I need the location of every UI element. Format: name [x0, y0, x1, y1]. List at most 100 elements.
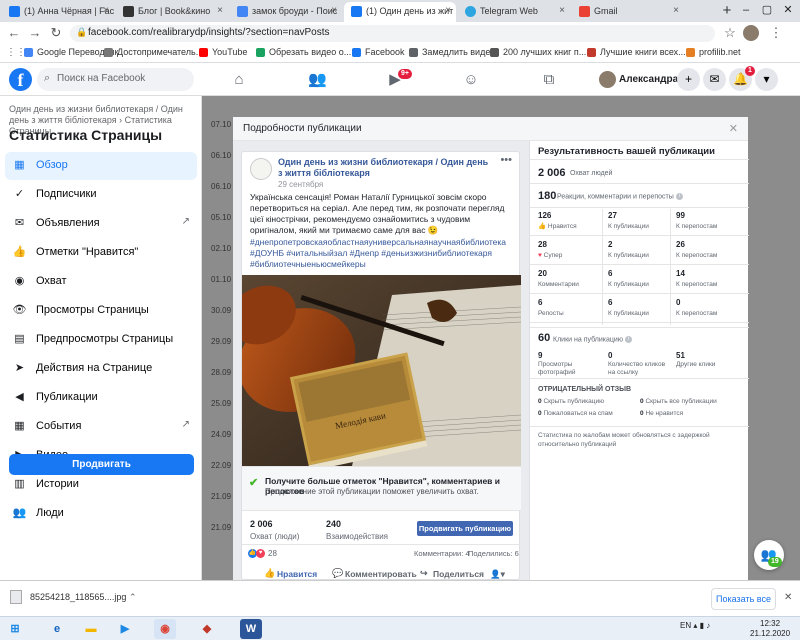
- bookmark-star-icon[interactable]: ☆: [722, 25, 738, 41]
- post-date[interactable]: 29 сентября: [278, 180, 323, 189]
- file-explorer-icon[interactable]: ▬: [80, 619, 102, 639]
- apps-icon[interactable]: ⋮⋮: [6, 45, 26, 61]
- share-button[interactable]: ↪ Поделиться: [420, 568, 484, 579]
- friends-icon[interactable]: 👥: [308, 71, 327, 89]
- sidebar-item[interactable]: ▤ Предпросмотры Страницы: [5, 326, 197, 354]
- gaming-icon[interactable]: ⧉: [540, 71, 558, 89]
- browser-tab[interactable]: (1) Анна Чёрная | Fac ×: [2, 2, 114, 22]
- browser-tab[interactable]: Блог | Book&кино ×: [116, 2, 228, 22]
- close-window-button[interactable]: ✕: [778, 0, 798, 22]
- reload-button[interactable]: ↻: [48, 25, 64, 41]
- sidebar-item[interactable]: 👁 Просмотры Страницы: [5, 297, 197, 325]
- user-profile-chip[interactable]: Александра: [595, 68, 678, 91]
- close-tab-icon[interactable]: ×: [673, 5, 679, 16]
- more-options-icon[interactable]: •••: [500, 154, 512, 166]
- media-player-icon[interactable]: ▶: [114, 619, 136, 639]
- bookmark-item[interactable]: Facebook: [352, 47, 405, 57]
- forward-button[interactable]: →: [27, 25, 43, 41]
- show-all-downloads-button[interactable]: Показать все: [711, 588, 776, 610]
- sidebar-item[interactable]: ✓ Подписчики: [5, 181, 197, 209]
- bookmark-item[interactable]: YouTube: [199, 47, 247, 57]
- bookmark-item[interactable]: Замедлить видео: [409, 47, 495, 57]
- sidebar-item[interactable]: ▥ Истории: [5, 471, 197, 499]
- background-date: 06.10: [211, 182, 232, 191]
- reaction-count[interactable]: 28: [268, 549, 277, 558]
- browser-tab[interactable]: замок броуди - Поис ×: [230, 2, 342, 22]
- bookmark-item[interactable]: profilib.net: [686, 47, 741, 57]
- chevron-up-icon[interactable]: ⌃: [129, 592, 137, 602]
- close-tab-icon[interactable]: ×: [103, 5, 109, 16]
- comment-button[interactable]: 💬 Комментировать: [332, 568, 417, 579]
- page-avatar[interactable]: [250, 158, 272, 180]
- account-menu-icon[interactable]: ▾: [755, 68, 778, 91]
- sidebar-item-label: Просмотры Страницы: [36, 304, 149, 316]
- start-button-icon[interactable]: ⊞: [4, 619, 26, 639]
- url-bar[interactable]: 🔒 facebook.com/realibrarydp/insights/?sec…: [70, 25, 715, 42]
- volume-icon[interactable]: ♪: [706, 621, 710, 630]
- internet-explorer-icon[interactable]: e: [46, 619, 68, 639]
- chat-contacts-button[interactable]: 👥 19: [754, 540, 784, 570]
- browser-menu-icon[interactable]: ⋮: [768, 25, 784, 41]
- bookmark-item[interactable]: Лучшие книги всех...: [587, 47, 686, 57]
- facebook-logo-icon[interactable]: f: [9, 68, 32, 91]
- clock[interactable]: 12:32 21.12.2020: [750, 619, 790, 639]
- close-download-bar-icon[interactable]: ✕: [784, 592, 792, 603]
- close-tab-icon[interactable]: ×: [331, 5, 337, 16]
- sidebar-item[interactable]: ▦ События ↗: [5, 413, 197, 441]
- info-icon[interactable]: i: [675, 193, 683, 200]
- boost-post-button[interactable]: Продвигать публикацию: [417, 521, 513, 536]
- post-photo[interactable]: Мелодія кави: [242, 275, 521, 466]
- word-icon[interactable]: W: [240, 619, 262, 639]
- sidebar-item[interactable]: ▦ Обзор: [5, 152, 197, 180]
- avatar: [599, 71, 616, 88]
- download-item[interactable]: 85254218_118565....jpg ⌃: [10, 590, 137, 604]
- sidebar-item[interactable]: ◀ Публикации: [5, 384, 197, 412]
- dialog-title: Подробности публикации: [243, 123, 362, 134]
- groups-icon[interactable]: ☺: [462, 71, 480, 89]
- sidebar-item-label: Объявления: [36, 217, 100, 229]
- new-tab-button[interactable]: +: [718, 2, 736, 20]
- browser-tab-active[interactable]: (1) Один день из жит ×: [344, 2, 456, 22]
- create-button[interactable]: +: [677, 68, 700, 91]
- close-tab-icon[interactable]: ×: [445, 5, 451, 16]
- app-icon[interactable]: ◆: [196, 619, 218, 639]
- sidebar-item[interactable]: 👍 Отметки "Нравится": [5, 239, 197, 267]
- profile-avatar[interactable]: [743, 25, 759, 41]
- comment-count[interactable]: Комментарии: 4: [414, 549, 470, 558]
- like-button[interactable]: 👍 Нравится: [264, 568, 317, 579]
- sidebar-item-icon: ◉: [14, 275, 25, 287]
- network-icon[interactable]: ▮: [700, 621, 704, 630]
- maximize-button[interactable]: ▢: [757, 0, 777, 22]
- promote-button[interactable]: Продвигать: [9, 454, 194, 475]
- close-tab-icon[interactable]: ×: [559, 5, 565, 16]
- post-hashtags[interactable]: #днепропетровскаяобластнаяуниверсальнаян…: [250, 237, 514, 270]
- sidebar-item[interactable]: ✉ Объявления ↗: [5, 210, 197, 238]
- sidebar-item[interactable]: ➤ Действия на Странице: [5, 355, 197, 383]
- sidebar-item[interactable]: 👥 Люди: [5, 500, 197, 528]
- column-divider: [670, 209, 671, 325]
- check-icon: ✔: [249, 477, 259, 489]
- share-count[interactable]: Поделились: 6: [468, 549, 519, 558]
- bookmark-item[interactable]: Достопримечатель...: [104, 47, 203, 57]
- bookmark-item[interactable]: Обрезать видео о...: [256, 47, 351, 57]
- page-name-link[interactable]: Один день из жизни библиотекаря / Один д…: [278, 157, 493, 179]
- post-card: Один день из жизни библиотекаря / Один д…: [241, 151, 521, 580]
- info-icon[interactable]: i: [625, 336, 633, 343]
- minimize-button[interactable]: –: [736, 0, 756, 22]
- tray-arrow-icon[interactable]: ▴: [693, 621, 697, 630]
- violin-book-image: Мелодія кави: [242, 275, 521, 466]
- close-icon[interactable]: ✕: [729, 122, 738, 135]
- sidebar-item[interactable]: ◉ Охват: [5, 268, 197, 296]
- audience-selector[interactable]: 👤▾: [490, 569, 505, 580]
- messenger-icon[interactable]: ✉: [703, 68, 726, 91]
- bookmark-item[interactable]: 200 лучших книг п...: [490, 47, 586, 57]
- back-button[interactable]: ←: [6, 25, 22, 41]
- chrome-icon[interactable]: ◉: [154, 619, 176, 639]
- home-icon[interactable]: ⌂: [230, 71, 248, 89]
- reach-value: 2 006: [538, 167, 566, 179]
- browser-tab[interactable]: Telegram Web ×: [458, 2, 570, 22]
- browser-tab[interactable]: Gmail ×: [572, 2, 684, 22]
- close-tab-icon[interactable]: ×: [217, 5, 223, 16]
- search-input[interactable]: ⌕ Поиск на Facebook: [37, 68, 194, 91]
- sidebar-item-icon: ▤: [14, 333, 25, 345]
